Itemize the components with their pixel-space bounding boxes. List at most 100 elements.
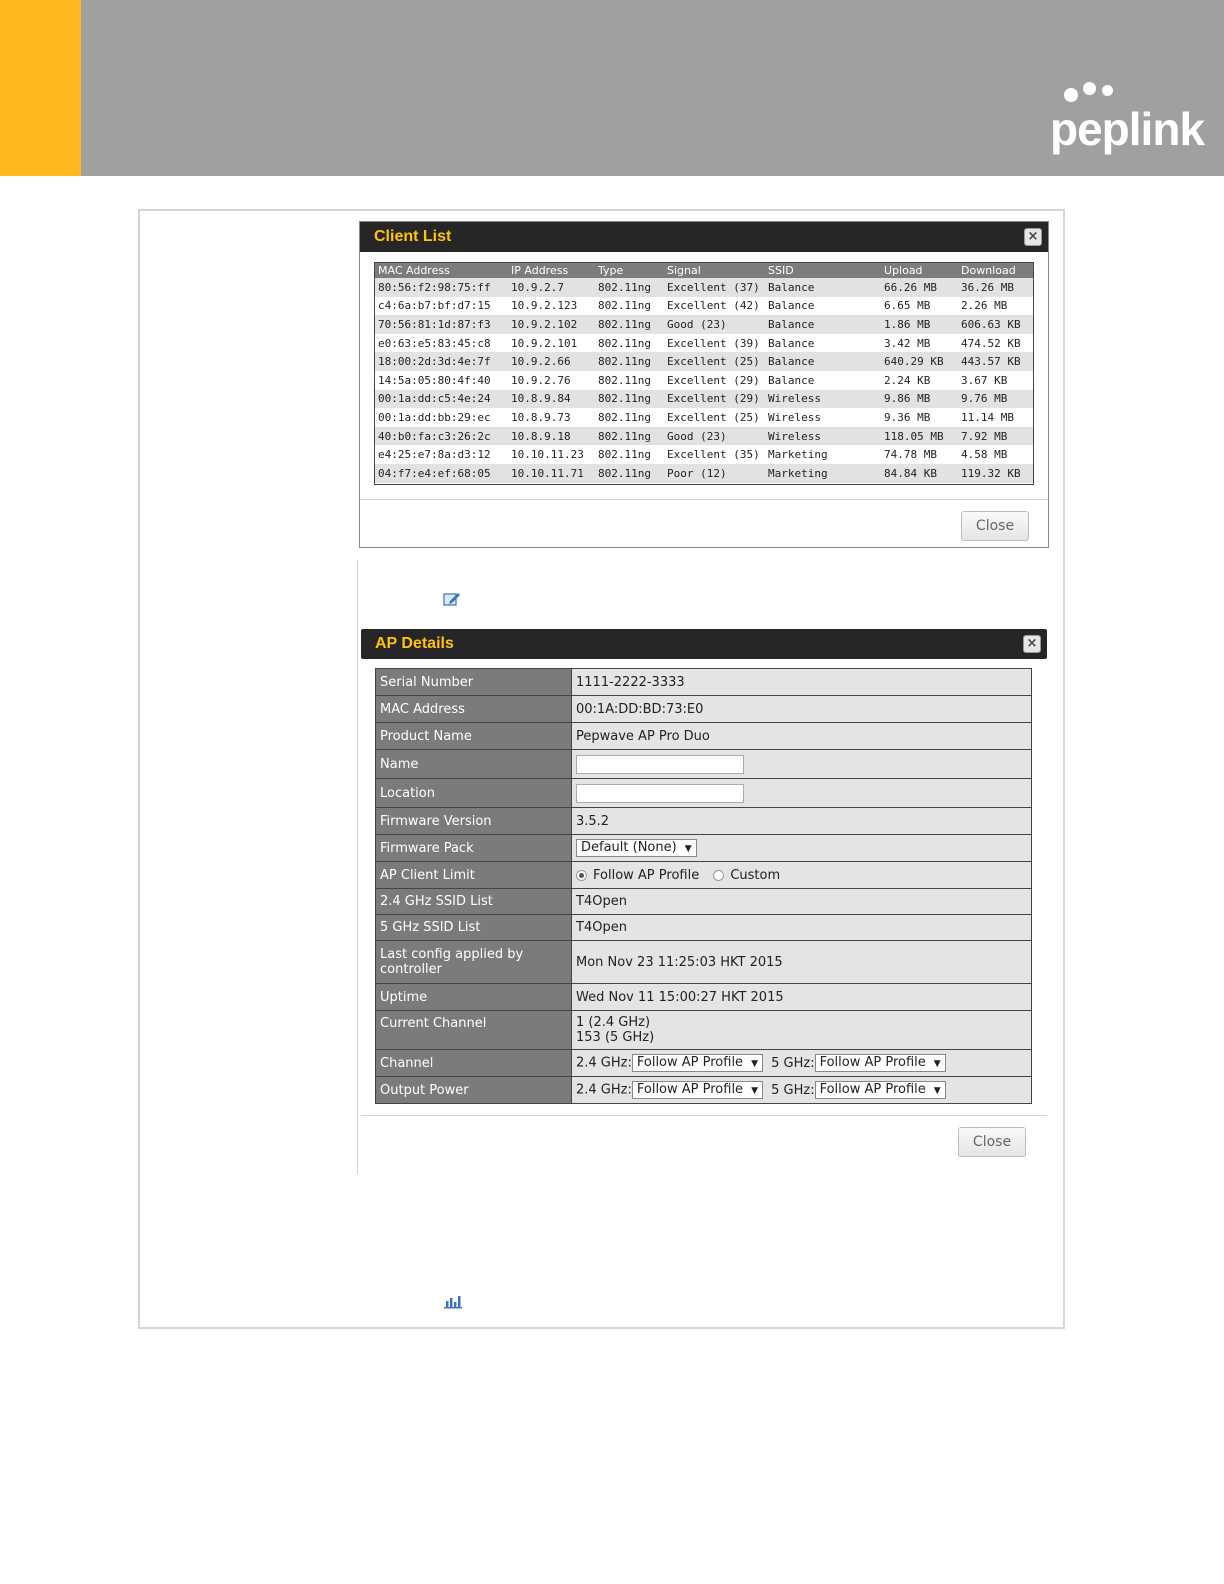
firmware-version-label: Firmware Version	[375, 807, 572, 835]
table-cell: 6.65 MB	[881, 296, 958, 316]
close-button[interactable]: Close	[961, 511, 1029, 541]
table-cell: 84.84 KB	[881, 463, 958, 483]
table-cell: 10.8.9.73	[508, 408, 595, 427]
table-row: e0:63:e5:83:45:c8 10.9.2.101 802.11ng Excel…	[375, 333, 1033, 353]
table-row: 40:b0:fa:c3:26:2c 10.8.9.18 802.11ng Good (…	[375, 426, 1033, 446]
table-cell: Balance	[765, 315, 881, 334]
current-channel-24: 1 (2.4 GHz)	[576, 1015, 651, 1030]
table-cell: 74.78 MB	[881, 445, 958, 464]
table-cell: Excellent (25)	[664, 408, 765, 427]
band-24-prefix: 2.4 GHz:	[576, 1082, 632, 1098]
band-24-prefix: 2.4 GHz:	[576, 1055, 632, 1071]
firmware-pack-label: Firmware Pack	[375, 834, 572, 862]
channel-24-selected: Follow AP Profile	[636, 1055, 744, 1070]
table-cell: 802.11ng	[595, 315, 664, 334]
table-cell: 802.11ng	[595, 463, 664, 483]
table-cell: 7.92 MB	[958, 426, 1033, 446]
ap-details-table: Serial Number 1111-2222-3333 MAC Address…	[375, 668, 1032, 1104]
table-cell: 10.10.11.71	[508, 463, 595, 483]
table-cell: 10.9.2.123	[508, 296, 595, 316]
table-row: 00:1a:dd:c5:4e:24 10.8.9.84 802.11ng Excell…	[375, 389, 1033, 409]
table-cell: 802.11ng	[595, 408, 664, 427]
client-list-title: Client List	[360, 222, 1048, 252]
table-cell: Wireless	[765, 389, 881, 409]
table-cell: Balance	[765, 296, 881, 316]
table-cell: 00:1a:dd:bb:29:ec	[375, 408, 508, 427]
serial-number-label: Serial Number	[375, 668, 572, 696]
table-cell: 10.9.2.102	[508, 315, 595, 334]
client-table-container: MAC Address IP Address Type Signal SSID …	[374, 262, 1034, 485]
table-cell: e4:25:e7:8a:d3:12	[375, 445, 508, 464]
custom-radio[interactable]	[713, 869, 725, 881]
output-power-label: Output Power	[375, 1076, 572, 1104]
table-cell: Wireless	[765, 426, 881, 446]
product-name-label: Product Name	[375, 722, 572, 750]
ap-details-title: AP Details	[361, 629, 1047, 659]
table-row: MAC Address 00:1A:DD:BD:73:E0	[375, 695, 1032, 723]
column-header: Type	[595, 263, 664, 278]
location-input[interactable]	[576, 783, 744, 803]
firmware-pack-selected: Default (None)	[581, 840, 677, 855]
follow-ap-profile-label: Follow AP Profile	[593, 867, 700, 883]
output-power-cell: 2.4 GHz: Follow AP Profile ▼ 5 GHz: Follow …	[571, 1076, 1032, 1104]
close-icon[interactable]: ×	[1024, 228, 1042, 246]
chevron-down-icon: ▼	[751, 1059, 758, 1069]
table-row: Firmware Version 3.5.2	[375, 807, 1032, 835]
custom-label: Custom	[730, 867, 781, 883]
location-cell	[571, 778, 1032, 808]
logo-dot	[1102, 85, 1113, 96]
power-24-select[interactable]: Follow AP Profile ▼	[631, 1081, 763, 1099]
channel-5-select[interactable]: Follow AP Profile ▼	[814, 1054, 946, 1072]
table-cell: 10.9.2.7	[508, 278, 595, 297]
table-row: 5 GHz SSID List T4Open	[375, 914, 1032, 941]
table-cell: 04:f7:e4:ef:68:05	[375, 463, 508, 483]
channel-cell: 2.4 GHz: Follow AP Profile ▼ 5 GHz: Follow …	[571, 1049, 1032, 1077]
client-list-dialog: Client List × MAC Address IP Address Typ…	[359, 221, 1049, 548]
table-row: Channel 2.4 GHz: Follow AP Profile ▼ 5 GHz…	[375, 1049, 1032, 1077]
close-button[interactable]: Close	[958, 1127, 1026, 1157]
chevron-down-icon: ▼	[933, 1086, 941, 1096]
peplink-logo: peplink	[1050, 80, 1205, 160]
table-cell: 18:00:2d:3d:4e:7f	[375, 352, 508, 371]
chevron-down-icon: ▼	[933, 1059, 941, 1069]
column-header: SSID	[765, 263, 881, 278]
close-icon[interactable]: ×	[1023, 635, 1041, 653]
table-cell: Wireless	[765, 408, 881, 427]
table-cell: Balance	[765, 352, 881, 371]
ssid-24-value: T4Open	[571, 888, 1032, 915]
edit-icon[interactable]	[443, 591, 461, 607]
name-input[interactable]	[576, 754, 744, 774]
table-cell: 10.9.2.66	[508, 352, 595, 371]
table-cell: 606.63 KB	[958, 315, 1033, 334]
logo-dot	[1083, 82, 1096, 95]
table-cell: Excellent (42)	[664, 296, 765, 316]
power-5-select[interactable]: Follow AP Profile ▼	[814, 1081, 946, 1099]
bar-chart-icon[interactable]	[443, 1293, 463, 1309]
table-cell: 474.52 KB	[958, 333, 1033, 353]
client-table: MAC Address IP Address Type Signal SSID …	[375, 263, 1033, 483]
location-label: Location	[375, 778, 572, 808]
table-cell: 119.32 KB	[958, 463, 1033, 483]
channel-24-select[interactable]: Follow AP Profile ▼	[631, 1054, 763, 1072]
table-row: 18:00:2d:3d:4e:7f 10.9.2.66 802.11ng Excell…	[375, 352, 1033, 371]
table-cell: 70:56:81:1d:87:f3	[375, 315, 508, 334]
ssid-5-label: 5 GHz SSID List	[375, 914, 572, 941]
table-row: c4:6a:b7:bf:d7:15 10.9.2.123 802.11ng Excel…	[375, 296, 1033, 316]
table-cell: 10.10.11.23	[508, 445, 595, 464]
table-cell: 2.24 KB	[881, 370, 958, 390]
table-cell: 4.58 MB	[958, 445, 1033, 464]
column-header: Signal	[664, 263, 765, 278]
channel-5-selected: Follow AP Profile	[819, 1055, 926, 1070]
chevron-down-icon: ▼	[684, 844, 692, 854]
follow-ap-profile-radio[interactable]	[576, 869, 587, 881]
table-row: Current Channel 1 (2.4 GHz) 153 (5 GHz)	[375, 1010, 1032, 1050]
chevron-down-icon: ▼	[751, 1086, 758, 1096]
channel-label: Channel	[375, 1049, 572, 1077]
client-limit-label: AP Client Limit	[375, 861, 572, 889]
logo-text: peplink	[1050, 103, 1205, 155]
table-cell: e0:63:e5:83:45:c8	[375, 333, 508, 353]
firmware-pack-select[interactable]: Default (None) ▼	[576, 839, 697, 857]
table-row: Output Power 2.4 GHz: Follow AP Profile ▼ …	[375, 1076, 1032, 1104]
column-header: Download	[958, 263, 1033, 278]
table-cell: Excellent (29)	[664, 389, 765, 409]
